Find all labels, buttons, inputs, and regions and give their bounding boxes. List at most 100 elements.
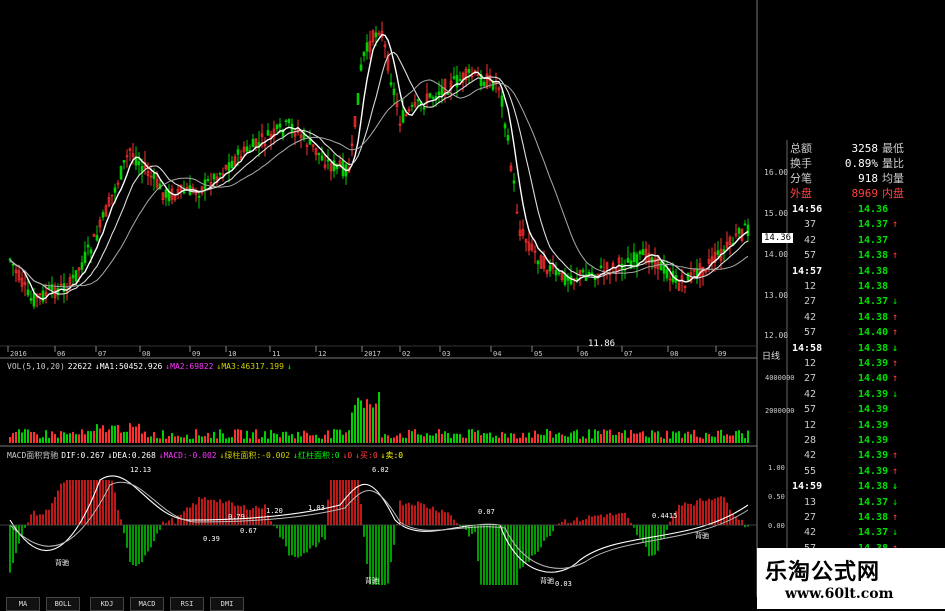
candle-body <box>500 95 504 107</box>
volume-bar <box>357 397 359 443</box>
date-tick-label: 2017 <box>364 350 381 358</box>
date-tick-label: 02 <box>402 350 410 358</box>
tick-time: 55 <box>804 465 817 477</box>
tick-row[interactable]: 14:59 14.38 ↓ <box>790 481 945 493</box>
tick-row[interactable]: 14:58 14.38 ↓ <box>790 343 945 355</box>
quote-row: 换手 0.89% 量比 <box>790 157 945 170</box>
candle-body <box>716 250 720 255</box>
volume-bar <box>708 434 710 443</box>
tick-row[interactable]: 55 14.39 ↑ <box>790 466 945 478</box>
volume-bar <box>651 430 653 443</box>
volume-bar <box>432 435 434 443</box>
volume-bar <box>450 437 452 443</box>
volume-bar <box>390 438 392 443</box>
volume-bar <box>534 430 536 443</box>
volume-bar <box>567 436 569 443</box>
volume-bar <box>585 438 587 443</box>
volume-bar <box>330 438 332 443</box>
volume-bar <box>54 434 56 443</box>
volume-bar <box>690 434 692 443</box>
candle-body <box>26 289 30 296</box>
indicator-header-value: ↓红柱面积:0 <box>293 451 340 460</box>
volume-bar <box>57 437 59 443</box>
volume-bar <box>495 435 497 443</box>
date-tick-label: 11 <box>272 350 280 358</box>
candle-body <box>206 179 210 181</box>
tick-time: 14:56 <box>792 204 823 215</box>
tick-row[interactable]: 12 14.38 <box>790 281 945 293</box>
tick-row[interactable]: 57 14.39 <box>790 404 945 416</box>
volume-bar <box>744 438 746 443</box>
period-label[interactable]: 日线 <box>762 349 780 362</box>
tick-price: 14.39 <box>858 450 889 462</box>
tick-row[interactable]: 13 14.37↓ <box>790 497 945 509</box>
candle-body <box>536 260 540 265</box>
tick-row[interactable]: 28 14.39 <box>790 435 945 447</box>
volume-bar <box>504 433 506 443</box>
tick-row[interactable]: 37 14.37 ↑ <box>790 219 945 231</box>
tick-price: 14.39 <box>858 435 889 446</box>
quote-value: 0.89% <box>844 157 878 170</box>
volume-bar <box>510 433 512 443</box>
tick-direction-icon: ↑ <box>892 327 899 339</box>
volume-bar <box>669 438 671 443</box>
tick-row[interactable]: 42 14.37 <box>790 235 945 247</box>
candle-body <box>86 244 90 248</box>
candle-body <box>137 161 141 166</box>
tick-row[interactable]: 12 14.39 <box>790 420 945 432</box>
volume-bar <box>561 434 563 443</box>
candle-body <box>599 265 603 269</box>
tick-row[interactable]: 57 14.38↑ <box>790 250 945 262</box>
candle-body <box>317 152 321 156</box>
tick-row[interactable]: 14:56 14.36 <box>790 204 945 216</box>
price-tick-label: 13.00 <box>764 291 788 300</box>
tick-direction-icon: ↓ <box>892 388 899 400</box>
tick-row[interactable]: 42 14.37 ↓ <box>790 527 945 539</box>
date-tick-label: 07 <box>98 350 106 358</box>
volume-bar <box>621 432 623 443</box>
candle-body <box>659 261 663 271</box>
tick-row[interactable]: 27 14.38 ↑ <box>790 512 945 524</box>
candle-body <box>287 119 291 124</box>
volume-bar <box>354 404 356 443</box>
volume-bar <box>606 430 608 443</box>
candle-body <box>581 269 585 273</box>
tick-row[interactable]: 12 14.39 ↑ <box>790 358 945 370</box>
volume-bar <box>447 433 449 443</box>
tick-price: 14.38 <box>858 512 889 523</box>
candle-body <box>665 269 669 279</box>
volume-bar <box>132 426 134 443</box>
volume-bar <box>39 438 41 443</box>
indicator-header-value: ↓买:0 <box>355 451 378 460</box>
tick-row[interactable]: 42 14.39 ↓ <box>790 389 945 401</box>
candle-body <box>278 123 282 128</box>
tick-row[interactable]: 27 14.40 ↑ <box>790 373 945 385</box>
candle-body <box>632 252 636 262</box>
volume-bar <box>681 437 683 443</box>
tick-row[interactable]: 57 14.40 ↑ <box>790 327 945 339</box>
candle-body <box>746 224 750 236</box>
volume-bar <box>258 438 260 443</box>
tick-row[interactable]: 42 14.38 ↑ <box>790 312 945 324</box>
tick-row[interactable]: 42 14.39 ↑ <box>790 450 945 462</box>
tick-row[interactable]: 14:57 14.38 <box>790 266 945 278</box>
tick-direction-icon: ↓ <box>892 296 899 308</box>
macd-annotation: 背驰 <box>55 558 69 567</box>
volume-bar <box>747 430 749 443</box>
candle-body <box>743 223 747 226</box>
candle-body <box>164 189 168 198</box>
tick-time: 42 <box>804 388 817 400</box>
volume-bar <box>228 437 230 443</box>
volume-bar <box>573 431 575 443</box>
candle-body <box>356 93 360 105</box>
date-tick-label: 05 <box>534 350 542 358</box>
volume-bar <box>150 436 152 443</box>
tick-row[interactable]: 27 14.37 ↓ <box>790 296 945 308</box>
watermark-url: www.60lt.com <box>785 586 894 602</box>
volume-bar <box>360 400 362 443</box>
volume-bar <box>636 433 638 443</box>
volume-bar <box>405 437 407 443</box>
candle-body <box>401 110 405 123</box>
volume-bar <box>477 430 479 443</box>
volume-bar <box>537 434 539 443</box>
